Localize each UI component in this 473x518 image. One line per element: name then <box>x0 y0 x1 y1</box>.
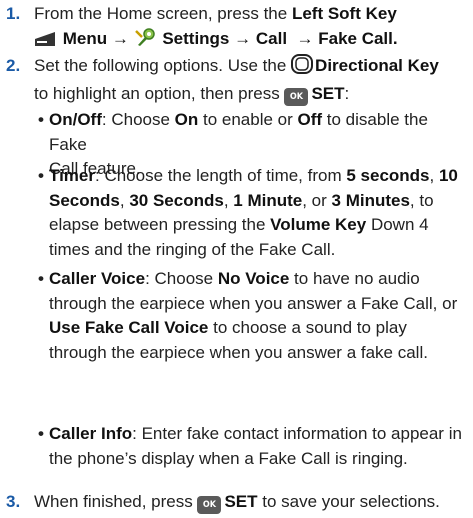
step-line: From the Home screen, press the Left Sof… <box>34 2 469 27</box>
step-1: 1. From the Home screen, press the Left … <box>0 2 473 54</box>
bullet-mark: • <box>38 424 44 443</box>
arrow: → <box>111 28 129 48</box>
set-label: SET <box>224 492 258 511</box>
text-run: : Choose <box>145 269 218 288</box>
bullet-mark: • <box>38 269 44 288</box>
step-text: Set the following options. Use the Direc… <box>34 54 469 106</box>
option-line: Use Fake Call Voice to choose a sound to… <box>49 316 469 341</box>
step-line: Set the following options. Use the Direc… <box>34 54 469 82</box>
option-term: On/Off <box>49 110 102 129</box>
text-run: the phone’s display when a Fake Call is … <box>49 448 408 468</box>
option-term: Volume Key <box>270 215 367 234</box>
arrow: → <box>234 28 252 48</box>
option-term: Off <box>297 110 323 129</box>
text-run: , or <box>302 190 332 210</box>
text-run: times and the ringing of the Fake Call. <box>49 239 336 259</box>
text-run: When finished, press <box>34 492 198 511</box>
text-run: , <box>223 190 234 210</box>
option-term: On <box>174 110 199 129</box>
step-line: Menu → Settings → Call → Fake Call. <box>34 27 469 55</box>
option-text: Caller Info: Enter fake contact informat… <box>49 422 469 471</box>
text-run: : Enter fake contact information to appe… <box>132 424 462 443</box>
text-run: : Choose <box>101 110 175 129</box>
bullet-mark: • <box>38 110 44 129</box>
text-run: to highlight an option, then press <box>34 83 285 103</box>
text-run: to choose a sound to play <box>208 318 407 337</box>
step-line: to highlight an option, then press OK SET… <box>34 82 469 107</box>
option-item: • Timer: Choose the length of time, from … <box>38 164 469 262</box>
text-run: through the earpiece when you answer a f… <box>49 342 428 362</box>
text-run: to enable or <box>198 110 298 129</box>
arrow: → <box>296 28 314 48</box>
text-run: Set the following options. Use the <box>34 56 292 75</box>
option-item: • Caller Voice: Choose No Voice to have n… <box>38 267 469 365</box>
text-run: , <box>429 166 439 185</box>
step-3: 3. When finished, press OK SET to save yo… <box>0 490 473 516</box>
text-run: , <box>119 190 130 210</box>
option-line: Caller Info: Enter fake contact informat… <box>49 422 469 447</box>
option-term: Use Fake Call Voice <box>49 318 209 337</box>
key-name: Left Soft Key <box>291 4 397 23</box>
option-term: 5 seconds <box>346 166 430 185</box>
instructions-page: 1. From the Home screen, press the Left … <box>0 0 473 518</box>
text-run: to save your selections. <box>257 492 440 511</box>
option-line: On/Off: Choose On to enable or Off to di… <box>49 108 469 157</box>
directional-key-icon <box>291 54 314 82</box>
text-run: : <box>344 83 350 103</box>
settings-icon <box>134 27 156 55</box>
step-line: When finished, press OK SET to save your … <box>34 490 469 515</box>
fake-call-label: Fake Call. <box>318 28 398 48</box>
step-text: When finished, press OK SET to save your … <box>34 490 469 515</box>
option-item: • On/Off: Choose On to enable or Off to d… <box>38 108 469 178</box>
ok-key-icon: OK <box>284 87 309 106</box>
text-run: Down 4 <box>366 215 429 234</box>
option-text: Caller Voice: Choose No Voice to have no… <box>49 267 469 365</box>
text-run: elapse between pressing the <box>49 215 271 234</box>
step-number: 2. <box>6 56 21 75</box>
step-number: 1. <box>6 4 21 23</box>
step-2: 2. Set the following options. Use the Di… <box>0 54 473 106</box>
call-label: Call <box>255 28 288 48</box>
option-term: 10 <box>438 166 458 185</box>
option-line: through the earpiece when you answer a f… <box>49 341 469 366</box>
option-term: Seconds <box>49 190 120 210</box>
text-run: to have no audio <box>289 269 420 288</box>
text-run: through the earpiece when you answer a F… <box>49 293 458 313</box>
step-number: 3. <box>6 492 21 511</box>
ok-key-icon: OK <box>197 496 222 514</box>
option-term: Caller Info <box>49 424 133 443</box>
text-run: : Choose the length of time, from <box>95 166 347 185</box>
option-term: No Voice <box>217 269 290 288</box>
option-term: Timer <box>49 166 95 185</box>
text-run: , to <box>409 190 434 210</box>
text-run: From the Home screen, press the <box>34 4 292 23</box>
settings-label: Settings <box>162 28 230 48</box>
option-line: Timer: Choose the length of time, from 5… <box>49 164 469 189</box>
option-item: • Caller Info: Enter fake contact informa… <box>38 422 469 471</box>
option-line: Caller Voice: Choose No Voice to have no… <box>49 267 469 292</box>
option-line: times and the ringing of the Fake Call. <box>49 238 469 263</box>
soft-key-icon <box>34 30 56 55</box>
set-label: SET <box>311 83 345 103</box>
option-term: Caller Voice <box>49 269 146 288</box>
option-text: Timer: Choose the length of time, from 5… <box>49 164 469 262</box>
key-name: Directional Key <box>315 56 439 75</box>
bullet-mark: • <box>38 166 44 185</box>
option-line: elapse between pressing the Volume Key D… <box>49 213 469 238</box>
option-line: Seconds, 30 Seconds, 1 Minute, or 3 Minu… <box>49 189 469 214</box>
menu-label: Menu <box>62 28 108 48</box>
option-term: 1 Minute <box>233 190 303 210</box>
option-term: 30 Seconds <box>129 190 224 210</box>
option-line: the phone’s display when a Fake Call is … <box>49 447 469 472</box>
option-term: 3 Minutes <box>331 190 410 210</box>
step-text: From the Home screen, press the Left Sof… <box>34 2 469 54</box>
option-line: through the earpiece when you answer a F… <box>49 292 469 317</box>
